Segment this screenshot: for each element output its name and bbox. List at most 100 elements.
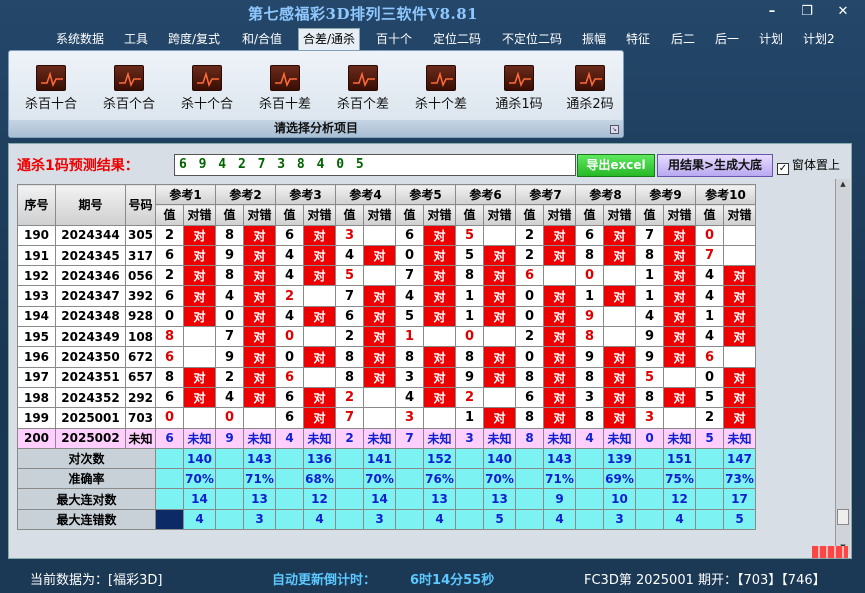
table-row[interactable]: 190 2024344 305 2 对 8 对 6 对 3 6 对 5 2 对 6 对 7 对 0	[17, 224, 756, 246]
ref-correct: 对	[303, 305, 336, 328]
ref-value: 1	[575, 285, 604, 307]
check-icon[interactable]: ✓	[777, 163, 789, 175]
ribbon-button-7[interactable]: 通杀1码	[483, 65, 555, 112]
table-row[interactable]: 192 2024346 056 2 对 8 对 4 对 5 7 对 8 对 6 0 1 对 4 对	[17, 265, 756, 287]
pending-row[interactable]: 200 2025002 未知 6 未知 9 未知 4 未知 2 未知 7 未知 3 未知 8 未知 4 未知 0 未知 5…	[17, 427, 756, 449]
stat-blank	[215, 508, 244, 531]
stat-value: 69%	[603, 468, 636, 490]
close-button[interactable]: ✕	[833, 4, 853, 19]
menu-amplitude[interactable]: 振幅	[582, 30, 606, 47]
ribbon-button-3[interactable]: 杀十个合	[171, 65, 243, 112]
ref-value: 5	[335, 265, 364, 287]
menu-features[interactable]: 特征	[626, 30, 650, 47]
menu-unfixed-two[interactable]: 不定位二码	[502, 30, 562, 47]
ref-wrong	[183, 326, 216, 348]
ref-correct: 对	[303, 244, 336, 267]
menu-sum[interactable]: 和/合值	[242, 30, 282, 47]
ref-correct: 对	[543, 326, 576, 348]
row-index: 200	[17, 427, 56, 449]
menu-combo-kill[interactable]: 合差/通杀	[298, 28, 361, 50]
menu-digits[interactable]: 百十个	[376, 30, 412, 47]
ref-wrong	[363, 265, 396, 287]
ref-value: 2	[515, 244, 544, 267]
ref-correct: 对	[243, 366, 276, 388]
row-index: 195	[17, 326, 56, 348]
stat-blank	[395, 508, 424, 531]
header-idx: 序号	[17, 184, 56, 226]
ref-correct: 对	[303, 386, 336, 409]
generate-base-button[interactable]: 用结果>生成大底	[657, 154, 773, 177]
ribbon-button-1[interactable]: 杀百十合	[15, 65, 87, 112]
ref-value: 5	[455, 244, 484, 267]
menu-system-data[interactable]: 系统数据	[56, 30, 104, 47]
result-field[interactable]: 6 9 4 2 7 3 8 4 0 5	[174, 154, 576, 176]
ref-value: 8	[215, 265, 244, 287]
ref-correct: 对	[423, 386, 456, 409]
ref-value: 5	[635, 366, 664, 388]
menu-tools[interactable]: 工具	[124, 30, 148, 47]
ref-value: 2	[155, 265, 184, 287]
ribbon-button-4[interactable]: 杀百十差	[249, 65, 321, 112]
table-row[interactable]: 196 2024350 672 6 9 对 0 对 8 对 8 对 8 对 0 对 9 对 9 对 6	[17, 346, 756, 368]
table-row[interactable]: 194 2024348 928 0 对 0 对 4 对 6 对 5 对 1 对 0 对 9 4 对 1 对	[17, 305, 756, 328]
table-row[interactable]: 198 2024352 292 6 对 4 对 6 对 2 4 对 2 6 对 3 对 8 对 5 对	[17, 386, 756, 409]
ref-value: 9	[215, 346, 244, 368]
menu-fixed-two[interactable]: 定位二码	[433, 30, 481, 47]
header-check: 对错	[723, 204, 756, 226]
table-row[interactable]: 195 2024349 108 8 7 对 0 2 对 1 0 2 对 8 9 对 4 对	[17, 326, 756, 348]
menu-plan2[interactable]: 计划2	[803, 30, 835, 47]
ref-value: 8	[215, 224, 244, 246]
stat-blank	[635, 488, 664, 510]
ref-value: 6	[275, 386, 304, 409]
export-excel-button[interactable]: 导出excel	[577, 154, 655, 177]
ref-correct: 对	[363, 305, 396, 328]
stat-blank	[635, 447, 664, 470]
ribbon-button-label: 杀百个差	[336, 97, 389, 112]
menu-back-one[interactable]: 后一	[715, 30, 739, 47]
scroll-up-icon[interactable]: ▲	[837, 180, 849, 190]
topmost-checkbox[interactable]: ✓ 窗体置上	[777, 156, 840, 175]
ref-correct: 对	[183, 366, 216, 388]
table-row[interactable]: 197 2024351 657 8 对 2 对 6 8 对 3 对 9 对 8 对 8 对 5 0 对	[17, 366, 756, 388]
row-index: 193	[17, 285, 56, 307]
stat-blank	[335, 508, 364, 531]
menu-span[interactable]: 跨度/复式	[168, 30, 220, 47]
ribbon-button-5[interactable]: 杀百个差	[327, 65, 399, 112]
scroll-thumb[interactable]	[837, 509, 849, 525]
ribbon-button-8[interactable]: 通杀2码	[554, 65, 626, 112]
vertical-scrollbar[interactable]: ▲ ▼	[835, 179, 850, 554]
ref-value: 9	[215, 427, 244, 449]
ref-value: 4	[695, 285, 724, 307]
ribbon-button-label: 杀百个合	[102, 97, 155, 112]
ref-value: 4	[335, 244, 364, 267]
minimize-button[interactable]: –	[762, 4, 782, 19]
ribbon-button-2[interactable]: 杀百个合	[93, 65, 165, 112]
ref-value: 8	[515, 407, 544, 429]
ref-value: 9	[575, 346, 604, 368]
ribbon-expand-icon[interactable]: ↘	[610, 125, 619, 134]
table-row[interactable]: 191 2024345 317 6 对 9 对 4 对 4 对 0 对 5 对 2 对 8 对 8 对 7	[17, 244, 756, 267]
row-period: 2024349	[55, 326, 126, 348]
stat-value: 143	[243, 447, 276, 470]
header-check: 对错	[243, 204, 276, 226]
ref-value: 2	[335, 427, 364, 449]
table-row[interactable]: 193 2024347 392 6 对 4 对 2 7 对 4 对 1 对 0 对 1 对 1 对 4 对	[17, 285, 756, 307]
draw-info: FC3D第 2025001 期开：【703】【746】	[584, 573, 826, 588]
table-row[interactable]: 199 2025001 703 0 0 6 对 7 3 1 对 8 对 8 对 3 2 对	[17, 407, 756, 429]
stat-blank	[455, 468, 484, 490]
stat-blank	[335, 447, 364, 470]
stat-value: 5	[723, 508, 756, 531]
ribbon-button-6[interactable]: 杀十个差	[405, 65, 477, 112]
stat-value: 17	[723, 488, 756, 510]
analysis-panel: 通杀1码预测结果： 6 9 4 2 7 3 8 4 0 5 导出excel 用结…	[8, 143, 852, 559]
stat-row: 最大连对数 14 13 12 14 13 13 9 10 12 17	[17, 488, 756, 510]
ref-value: 0	[455, 326, 484, 348]
chart-icon	[504, 65, 534, 91]
stat-value: 140	[483, 447, 516, 470]
maximize-button[interactable]: ❐	[797, 4, 817, 19]
menu-plan[interactable]: 计划	[759, 30, 783, 47]
menu-back-two[interactable]: 后二	[671, 30, 695, 47]
ref-value: 0	[395, 244, 424, 267]
ref-correct: 对	[723, 265, 756, 287]
title-bar: 第七感福彩3D排列三软件V8.81 – ❐ ✕	[0, 0, 865, 28]
